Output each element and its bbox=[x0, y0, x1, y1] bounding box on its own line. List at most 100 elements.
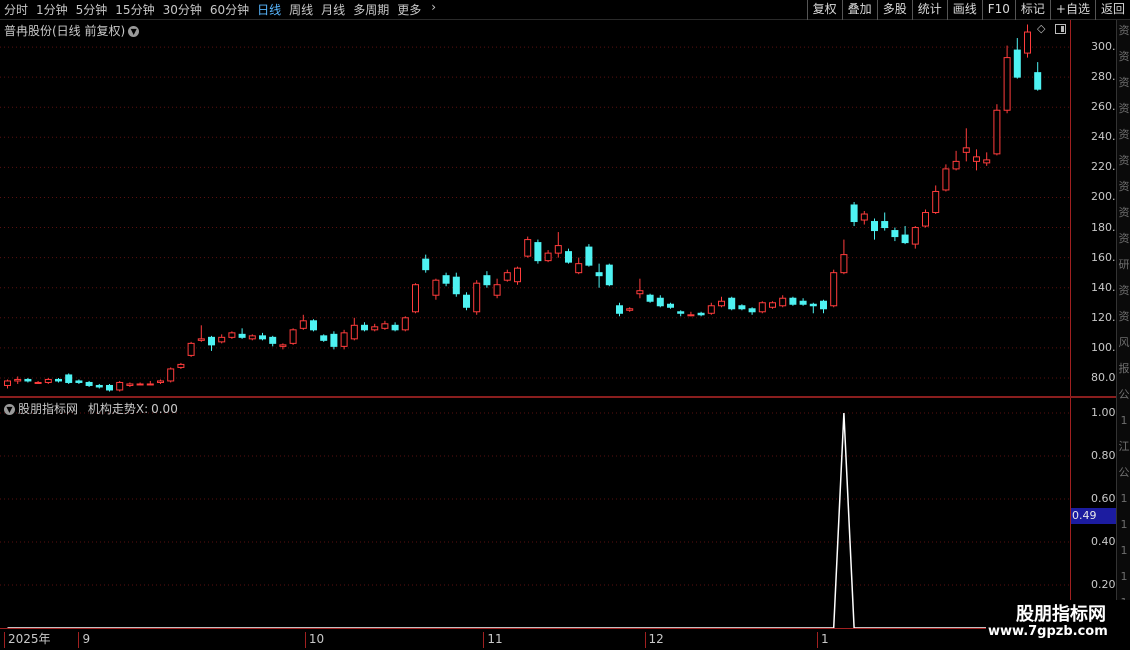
side-strip-glyph[interactable]: 1 bbox=[1117, 570, 1130, 584]
candle[interactable] bbox=[911, 226, 919, 249]
toolbar-button-4[interactable]: 画线 bbox=[946, 0, 982, 20]
tab-5[interactable]: 60分钟 bbox=[210, 0, 249, 20]
candle[interactable] bbox=[667, 302, 674, 309]
side-strip-glyph[interactable]: 资 bbox=[1117, 102, 1130, 116]
side-strip-glyph[interactable]: 资 bbox=[1117, 284, 1130, 298]
candle[interactable] bbox=[228, 331, 236, 339]
candle[interactable] bbox=[4, 379, 11, 389]
candle[interactable] bbox=[361, 322, 368, 332]
candle[interactable] bbox=[616, 302, 623, 317]
candle[interactable] bbox=[718, 296, 725, 308]
side-strip-glyph[interactable]: 资 bbox=[1117, 24, 1130, 38]
candle[interactable] bbox=[208, 335, 215, 351]
candle[interactable] bbox=[422, 254, 430, 273]
tab-9[interactable]: 多周期 bbox=[353, 0, 389, 20]
side-strip-glyph[interactable]: 公 bbox=[1117, 466, 1130, 480]
candle[interactable] bbox=[432, 278, 440, 300]
candle[interactable] bbox=[279, 343, 287, 350]
candle[interactable] bbox=[483, 271, 491, 288]
side-strip-glyph[interactable]: 资 bbox=[1117, 206, 1130, 220]
toolbar-button-2[interactable]: 多股 bbox=[876, 0, 912, 20]
chevron-right-icon[interactable]: › bbox=[431, 0, 436, 20]
candle[interactable] bbox=[248, 334, 256, 341]
candle[interactable] bbox=[218, 334, 226, 344]
candle[interactable] bbox=[820, 299, 827, 314]
candle[interactable] bbox=[881, 212, 889, 231]
stock-title[interactable]: 普冉股份(日线 前复权) ▼ bbox=[4, 22, 140, 39]
side-strip-glyph[interactable]: 江 bbox=[1117, 440, 1130, 454]
tab-3[interactable]: 15分钟 bbox=[115, 0, 154, 20]
candle[interactable] bbox=[493, 278, 501, 299]
toolbar-button-6[interactable]: 标记 bbox=[1014, 0, 1050, 20]
candle[interactable] bbox=[840, 239, 848, 275]
candle[interactable] bbox=[687, 311, 695, 317]
tab-7[interactable]: 周线 bbox=[289, 0, 313, 20]
candle[interactable] bbox=[605, 263, 613, 287]
candle[interactable] bbox=[391, 322, 399, 332]
candle[interactable] bbox=[952, 150, 960, 171]
candle[interactable] bbox=[626, 307, 634, 312]
side-strip-glyph[interactable]: 资 bbox=[1117, 154, 1130, 168]
candle[interactable] bbox=[932, 185, 940, 215]
candle[interactable] bbox=[565, 248, 572, 264]
candle[interactable] bbox=[769, 301, 776, 309]
candle[interactable] bbox=[942, 164, 950, 192]
candle[interactable] bbox=[116, 380, 124, 392]
candle[interactable] bbox=[809, 302, 817, 314]
tab-4[interactable]: 30分钟 bbox=[163, 0, 202, 20]
tab-0[interactable]: 分时 bbox=[4, 0, 28, 20]
toolbar-button-5[interactable]: F10 bbox=[981, 0, 1015, 20]
indicator-chart[interactable] bbox=[0, 398, 1070, 629]
candle[interactable] bbox=[575, 257, 583, 275]
candle[interactable] bbox=[830, 269, 838, 308]
candle[interactable] bbox=[401, 316, 409, 332]
candle[interactable] bbox=[595, 263, 603, 288]
candle[interactable] bbox=[412, 283, 419, 314]
tab-6[interactable]: 日线 bbox=[257, 0, 281, 20]
candle[interactable] bbox=[677, 310, 685, 317]
candle[interactable] bbox=[310, 319, 317, 332]
candle[interactable] bbox=[891, 227, 899, 242]
candle[interactable] bbox=[1034, 62, 1042, 91]
candle[interactable] bbox=[799, 298, 807, 306]
side-strip-glyph[interactable]: 资 bbox=[1117, 232, 1130, 246]
candle[interactable] bbox=[554, 232, 562, 258]
candle[interactable] bbox=[136, 382, 144, 386]
candle[interactable] bbox=[24, 377, 32, 383]
candle[interactable] bbox=[748, 307, 756, 315]
candle[interactable] bbox=[993, 104, 1001, 156]
candle[interactable] bbox=[789, 296, 797, 306]
candle[interactable] bbox=[962, 128, 970, 162]
indicator-title[interactable]: ▼ 股朋指标网 机构走势X: 0.00 bbox=[4, 400, 178, 417]
candle[interactable] bbox=[656, 295, 664, 308]
candle[interactable] bbox=[871, 218, 878, 240]
candle[interactable] bbox=[973, 149, 980, 171]
candle[interactable] bbox=[289, 328, 297, 345]
candle[interactable] bbox=[901, 226, 909, 245]
indicator-line[interactable] bbox=[7, 412, 1038, 629]
side-strip-glyph[interactable]: 1 bbox=[1117, 414, 1130, 428]
candle[interactable] bbox=[442, 272, 450, 287]
circle-chevron-down-icon[interactable]: ▼ bbox=[128, 26, 140, 37]
circle-chevron-down-icon[interactable]: ▼ bbox=[4, 404, 15, 415]
tab-1[interactable]: 1分钟 bbox=[36, 0, 68, 20]
indicator-panel[interactable]: ▼ 股朋指标网 机构走势X: 0.00 bbox=[0, 398, 1070, 629]
side-strip-glyph[interactable]: 1 bbox=[1117, 544, 1130, 558]
candle[interactable] bbox=[65, 373, 73, 384]
candle[interactable] bbox=[503, 269, 511, 282]
side-strip-glyph[interactable]: 资 bbox=[1117, 76, 1130, 90]
candle[interactable] bbox=[514, 266, 521, 285]
side-strip-glyph[interactable]: 资 bbox=[1117, 180, 1130, 194]
tab-2[interactable]: 5分钟 bbox=[76, 0, 108, 20]
candle[interactable] bbox=[126, 382, 134, 387]
side-strip-glyph[interactable]: 资 bbox=[1117, 310, 1130, 324]
side-strip-glyph[interactable]: 资 bbox=[1117, 50, 1130, 64]
candle[interactable] bbox=[1024, 24, 1031, 58]
side-strip-glyph[interactable]: 1 bbox=[1117, 518, 1130, 532]
side-strip-glyph[interactable]: 资 bbox=[1117, 128, 1130, 142]
candle[interactable] bbox=[738, 304, 746, 311]
kline-chart[interactable] bbox=[0, 20, 1070, 396]
side-strip-glyph[interactable]: 风 bbox=[1117, 336, 1130, 350]
side-strip-glyph[interactable]: 报 bbox=[1117, 362, 1130, 376]
candle[interactable] bbox=[85, 380, 93, 387]
